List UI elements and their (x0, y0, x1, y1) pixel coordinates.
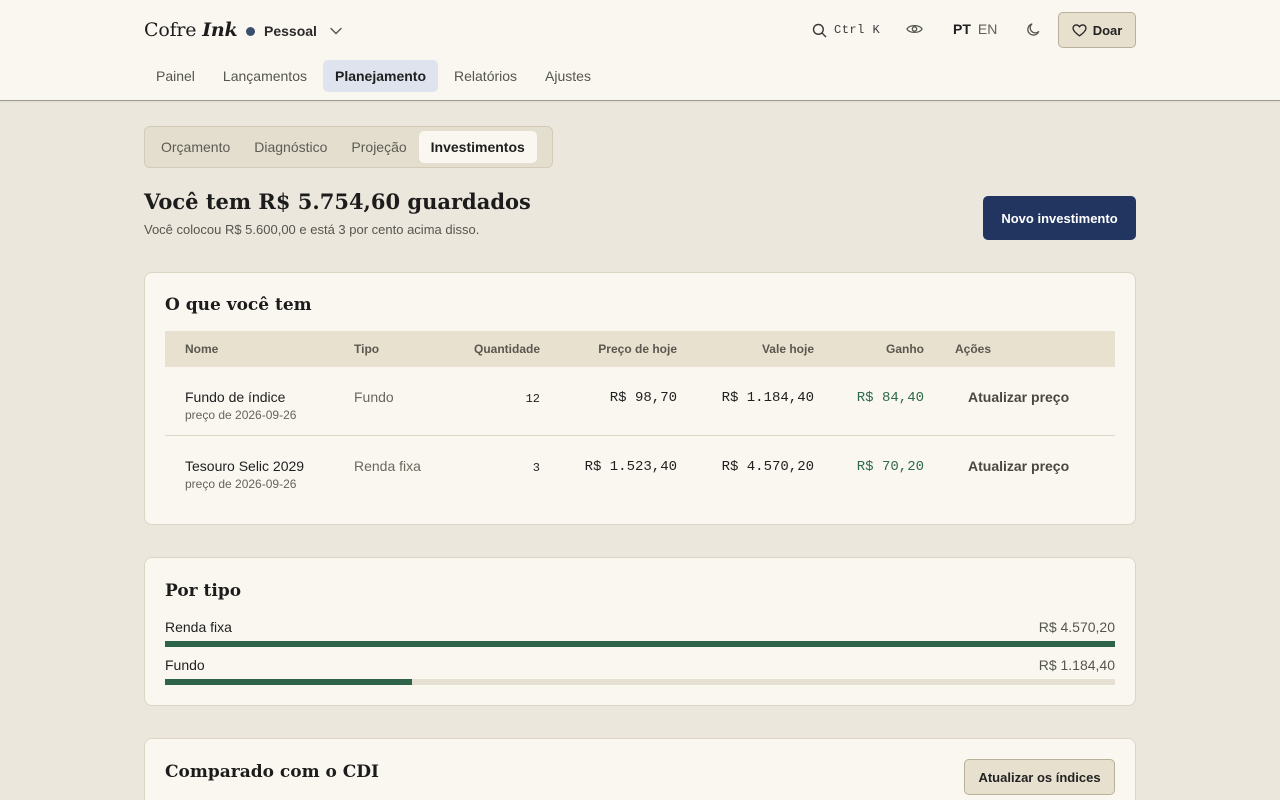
tab-diagnostico[interactable]: Diagnóstico (242, 131, 339, 163)
nav-item-ajustes[interactable]: Ajustes (533, 60, 603, 92)
ledger-name: Pessoal (264, 23, 317, 39)
language-pt[interactable]: PT (953, 21, 971, 37)
holding-name: Fundo de índice (185, 389, 286, 405)
update-indices-button[interactable]: Atualizar os índices (964, 759, 1115, 795)
language-en[interactable]: EN (978, 21, 997, 37)
holding-quantity: 12 (525, 392, 540, 406)
heart-icon (1072, 23, 1087, 37)
brand-accent: Ink (202, 19, 238, 41)
type-bar-track (165, 679, 1115, 685)
privacy-toggle-button[interactable] (906, 22, 923, 41)
brand-name: Cofre (144, 19, 197, 41)
main-navigation: Painel Lançamentos Planejamento Relatóri… (144, 60, 607, 92)
page-subtitle: Você colocou R$ 5.600,00 e está 3 por ce… (144, 222, 480, 237)
update-price-button[interactable]: Atualizar preço (968, 389, 1069, 405)
holding-name: Tesouro Selic 2029 (185, 458, 305, 474)
holding-price-date: preço de 2026-09-26 (185, 477, 297, 491)
column-header-value: Vale hoje (761, 342, 814, 356)
column-header-type: Tipo (354, 342, 380, 356)
type-amount: R$ 4.570,20 (1038, 619, 1115, 635)
cdi-title: Comparado com o CDI (165, 762, 379, 782)
column-header-price: Preço de hoje (598, 342, 677, 356)
donate-label: Doar (1092, 22, 1123, 38)
by-type-card: Por tipo Renda fixa R$ 4.570,20 Fundo R$… (144, 557, 1136, 706)
search-icon (812, 23, 827, 37)
table-row: Tesouro Selic 2029 preço de 2026-09-26 R… (165, 436, 1115, 505)
tab-investimentos[interactable]: Investimentos (418, 131, 537, 163)
new-investment-button[interactable]: Novo investimento (983, 196, 1136, 240)
holdings-table-header: Nome Tipo Quantidade Preço de hoje Vale … (165, 331, 1115, 367)
tab-orcamento[interactable]: Orçamento (149, 131, 242, 163)
theme-toggle-button[interactable] (1026, 22, 1041, 42)
holding-quantity: 3 (532, 461, 540, 475)
moon-icon (1027, 23, 1040, 36)
table-row: Fundo de índice preço de 2026-09-26 Fund… (165, 367, 1115, 436)
type-label: Renda fixa (165, 619, 232, 635)
update-price-button[interactable]: Atualizar preço (968, 458, 1069, 474)
column-header-quantity: Quantidade (473, 342, 540, 356)
search-shortcut: Ctrl K (834, 23, 881, 37)
language-switcher: PT EN (953, 21, 997, 37)
holding-price-date: preço de 2026-09-26 (185, 408, 297, 422)
type-label: Fundo (165, 657, 205, 673)
holding-type: Renda fixa (354, 458, 421, 474)
donate-button[interactable]: Doar (1058, 12, 1136, 48)
page-title: Você tem R$ 5.754,60 guardados (144, 189, 531, 214)
column-header-gain: Ganho (886, 342, 924, 356)
ledger-color-dot (246, 26, 255, 36)
holdings-card: O que você tem Nome Tipo Quantidade Preç… (144, 272, 1136, 525)
nav-item-lancamentos[interactable]: Lançamentos (211, 60, 319, 92)
type-bar-track (165, 641, 1115, 647)
type-bar-fill (165, 641, 1115, 647)
column-header-name: Nome (185, 342, 219, 356)
cdi-comparison-card: Comparado com o CDI Atualizar os índices (144, 738, 1136, 800)
holding-value: R$ 4.570,20 (721, 459, 814, 475)
chevron-down-icon (330, 27, 342, 35)
holding-gain: R$ 70,20 (856, 459, 924, 475)
holding-price: R$ 1.523,40 (584, 459, 677, 475)
holdings-title: O que você tem (165, 295, 312, 315)
holding-price: R$ 98,70 (609, 390, 677, 406)
type-amount: R$ 1.184,40 (1038, 657, 1115, 673)
nav-item-relatorios[interactable]: Relatórios (442, 60, 529, 92)
tab-projecao[interactable]: Projeção (339, 131, 418, 163)
column-header-actions: Ações (955, 342, 992, 356)
by-type-title: Por tipo (165, 581, 242, 601)
nav-item-painel[interactable]: Painel (144, 60, 207, 92)
search-button[interactable]: Ctrl K (812, 20, 880, 40)
ledger-selector[interactable]: Pessoal (246, 21, 342, 41)
type-bar-fill (165, 679, 412, 685)
nav-item-planejamento[interactable]: Planejamento (322, 60, 439, 92)
top-header: Cofre Ink Pessoal Ctrl K PT EN Doar Pain… (0, 0, 1280, 101)
holding-gain: R$ 84,40 (856, 390, 924, 406)
planning-tabs: Orçamento Diagnóstico Projeção Investime… (144, 126, 553, 168)
holding-type: Fundo (354, 389, 394, 405)
eye-icon (906, 24, 923, 34)
holding-value: R$ 1.184,40 (721, 390, 814, 406)
brand-logo[interactable]: Cofre Ink (144, 19, 238, 41)
